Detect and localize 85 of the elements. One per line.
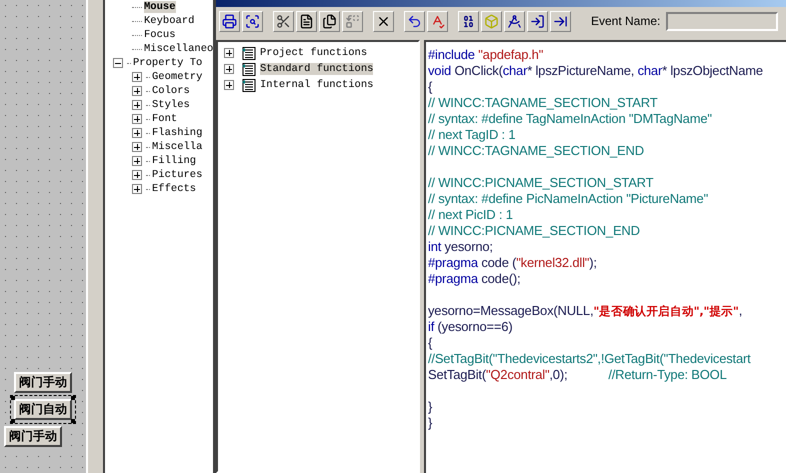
scissors-icon — [276, 14, 291, 28]
tree-item[interactable]: Project functions — [260, 47, 368, 59]
replace-button[interactable] — [342, 10, 363, 32]
expand-icon[interactable] — [132, 184, 142, 194]
code-line: // syntax: #define PicNameInAction "PictureName" — [428, 191, 709, 207]
tree-item[interactable]: Styles — [152, 99, 190, 111]
spell-button[interactable] — [427, 10, 448, 32]
expand-icon[interactable] — [132, 114, 142, 124]
code-line: // WINCC:PICNAME_SECTION_END — [428, 223, 641, 239]
replace-icon — [345, 14, 360, 28]
print-button[interactable] — [219, 10, 240, 32]
expand-icon[interactable] — [132, 142, 142, 152]
delete-button[interactable] — [373, 10, 394, 32]
letters-icon — [430, 14, 445, 28]
tree-item[interactable]: Keyboard — [144, 15, 194, 27]
canvas-button[interactable]: 阀门手动 — [14, 372, 72, 393]
code-line: #pragma code(); — [428, 271, 522, 287]
event-name-label: Event Name: — [591, 14, 660, 28]
code-line: if (yesorno==6) — [428, 319, 514, 335]
code-line: // WINCC:TAGNAME_SECTION_END — [428, 143, 645, 159]
collapse-icon[interactable] — [113, 58, 123, 68]
code-line: // WINCC:TAGNAME_SECTION_START — [428, 95, 658, 111]
copy-button[interactable] — [319, 10, 340, 32]
code-line: { — [428, 79, 434, 95]
code-line: } — [428, 399, 434, 415]
code-line: // syntax: #define TagNameInAction "DMTagName" — [428, 111, 713, 127]
object-button[interactable] — [481, 10, 502, 32]
import-button[interactable] — [527, 10, 548, 32]
documents-icon — [322, 14, 337, 28]
document-icon — [299, 14, 314, 28]
cube-icon — [484, 14, 499, 28]
cut-button[interactable] — [273, 10, 294, 32]
expand-icon[interactable] — [132, 170, 142, 180]
printer-icon — [222, 14, 237, 28]
expand-icon[interactable] — [132, 128, 142, 138]
expand-icon[interactable] — [132, 86, 142, 96]
code-line: //SetTagBit("Thedevicestarts2",!GetTagBit("Thedevicestart — [428, 351, 752, 367]
code-line: #pragma code ("kernel32.dll"); — [428, 255, 598, 271]
expand-icon[interactable] — [224, 80, 234, 90]
tree-item[interactable]: Pictures — [152, 169, 202, 181]
code-line: // next PicID : 1 — [428, 207, 514, 223]
tree-item[interactable]: Focus — [144, 29, 176, 41]
tree-item[interactable]: Mouse — [144, 1, 176, 13]
tree-item[interactable]: Filling — [152, 155, 196, 167]
expand-icon[interactable] — [132, 72, 142, 82]
code-line: yesorno=MessageBox(NULL,"是否确认开启自动","提示", — [428, 303, 744, 319]
code-line: void OnClick(char* lpszPictureName, char* lpszObjectName — [428, 63, 764, 79]
tree-item[interactable]: Colors — [152, 85, 190, 97]
code-line: SetTagBit("Q2contral",0); //Return-Type: BOOL — [428, 367, 728, 383]
tree-item[interactable]: Property To — [133, 57, 202, 69]
export-icon — [553, 14, 568, 28]
undo-button[interactable] — [404, 10, 425, 32]
tree-item[interactable]: Flashing — [152, 127, 202, 139]
tree-item[interactable]: Internal functions — [260, 79, 374, 91]
expand-icon[interactable] — [224, 48, 234, 58]
list-icon — [242, 62, 256, 76]
expand-icon[interactable] — [132, 100, 142, 110]
code-line: // WINCC:PICNAME_SECTION_START — [428, 175, 654, 191]
tag-button[interactable] — [458, 10, 479, 32]
preview-button[interactable] — [242, 10, 263, 32]
tree-item[interactable]: Miscellaneo — [144, 43, 213, 55]
tree-item[interactable]: Font — [152, 113, 178, 125]
binary-icon — [461, 14, 476, 28]
expand-icon[interactable] — [132, 156, 142, 166]
list-icon — [242, 78, 256, 92]
code-editor[interactable] — [424, 40, 786, 473]
code-line: { — [428, 335, 434, 351]
compass-icon — [507, 14, 522, 28]
magnifier-icon — [245, 14, 260, 28]
tree-item[interactable]: Effects — [152, 183, 196, 195]
export-button[interactable] — [550, 10, 571, 32]
code-line: #include "apdefap.h" — [428, 47, 544, 63]
tree-item[interactable]: Geometry — [152, 71, 202, 83]
code-line: // next TagID : 1 — [428, 127, 516, 143]
paste-button[interactable] — [296, 10, 317, 32]
compile-button[interactable] — [504, 10, 525, 32]
undo-icon — [407, 14, 422, 28]
tree-item[interactable]: Standard functions — [260, 63, 374, 75]
canvas-button[interactable]: 阀门手动 — [4, 426, 62, 447]
tree-item[interactable]: Miscella — [152, 141, 202, 153]
code-line: } — [428, 415, 434, 431]
list-icon — [242, 46, 256, 60]
code-line: int yesorno; — [428, 239, 494, 255]
expand-icon[interactable] — [224, 64, 234, 74]
import-icon — [530, 14, 545, 28]
